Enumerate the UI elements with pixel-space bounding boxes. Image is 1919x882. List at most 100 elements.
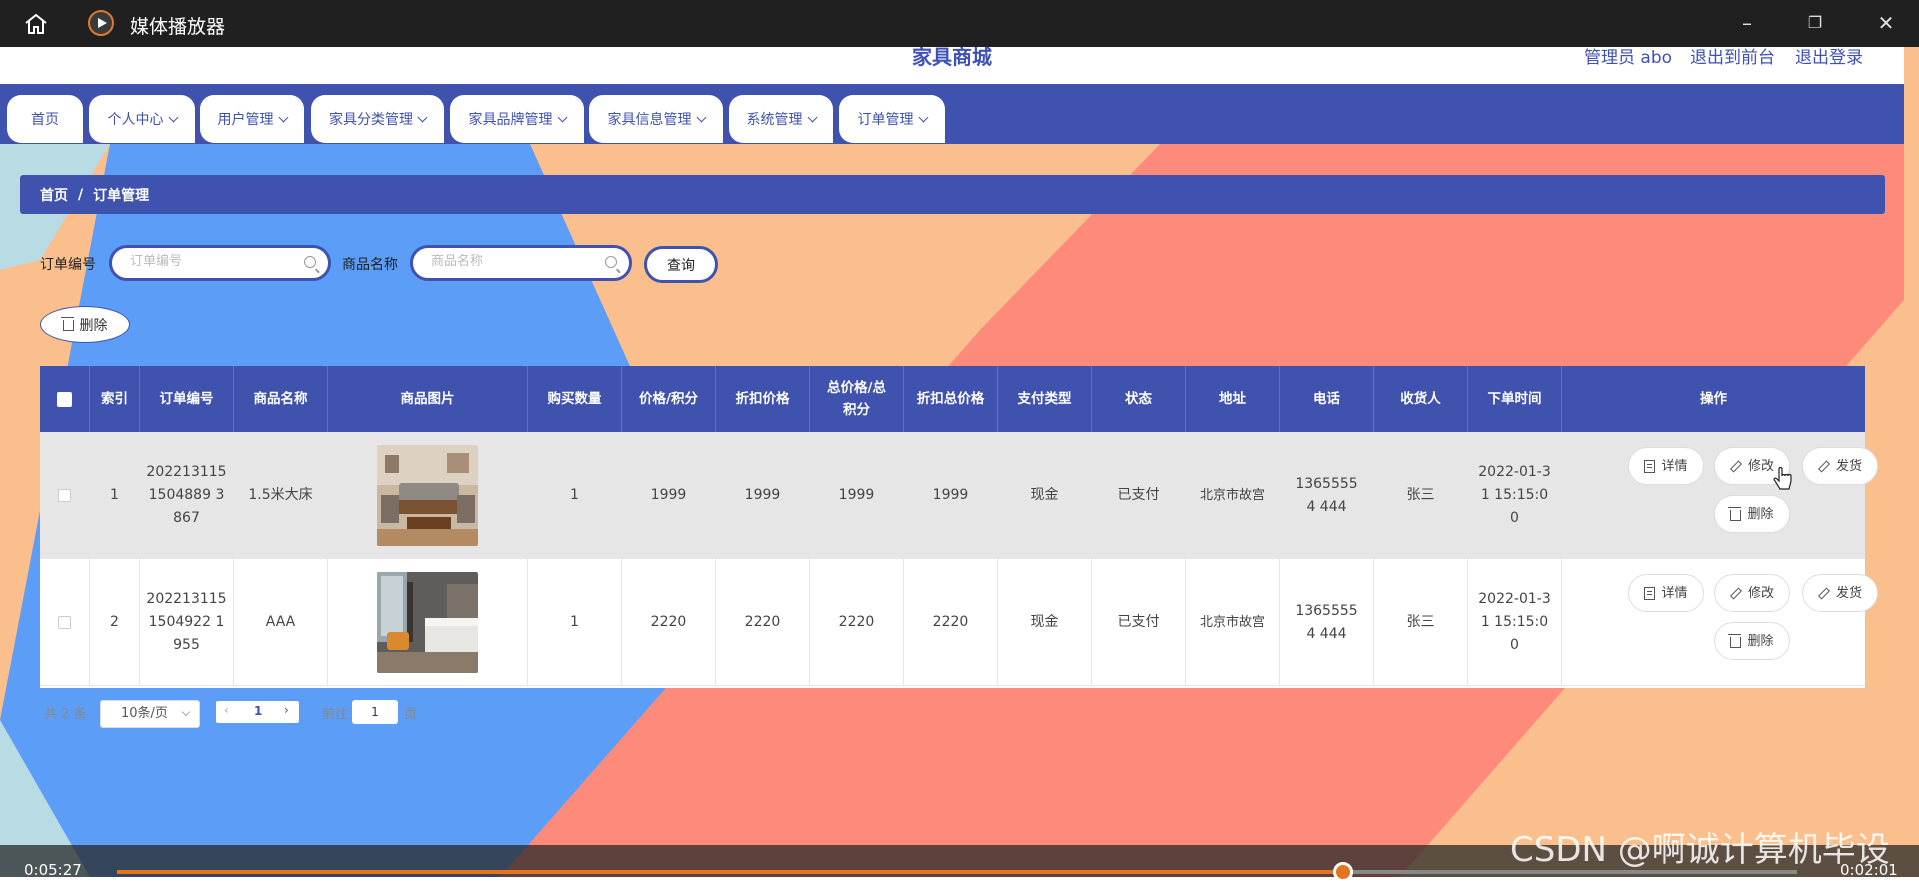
order-no-search[interactable] (109, 245, 331, 281)
col-header: 状态 (1092, 366, 1186, 432)
ship-label: 发货 (1835, 585, 1862, 601)
search-icon (605, 256, 617, 268)
sofa-photo (377, 445, 478, 546)
bedroom-photo (377, 572, 478, 673)
nav-item-home[interactable]: 首页 (7, 95, 83, 143)
cell-discount-price: 2220 (716, 559, 810, 686)
cell-pay-type: 现金 (998, 432, 1092, 559)
admin-label: 管理员 abo (1584, 48, 1673, 68)
chevron-down-icon (417, 112, 428, 122)
trash-icon (1728, 633, 1742, 648)
product-name-search[interactable] (410, 245, 632, 281)
select-all-cell (40, 366, 90, 432)
cell-price: 1999 (622, 432, 716, 559)
cell-image (328, 559, 528, 686)
nav-item-brand-management[interactable]: 家具品牌管理 (450, 95, 584, 143)
chevron-down-icon (696, 112, 706, 122)
next-page-icon[interactable]: › (284, 703, 289, 717)
detail-button[interactable]: 详情 (1628, 447, 1704, 485)
col-header: 支付类型 (998, 366, 1092, 432)
nav-item-label: 家具信息管理 (607, 112, 692, 128)
cell-address: 北京市故宫 (1186, 559, 1280, 686)
select-all-checkbox[interactable] (57, 391, 72, 407)
cell-product: 1.5米大床 (234, 432, 328, 559)
edit-button[interactable]: 修改 (1714, 574, 1790, 612)
chevron-down-icon (807, 112, 817, 122)
prev-page-icon[interactable]: ‹ (224, 703, 229, 717)
cell-discount-price: 1999 (716, 432, 810, 559)
ship-button[interactable]: 发货 (1802, 447, 1878, 485)
seek-handle[interactable] (1333, 862, 1353, 882)
detail-button[interactable]: 详情 (1628, 574, 1704, 612)
order-no-input[interactable] (128, 253, 292, 270)
current-page[interactable]: 1 (254, 704, 262, 718)
breadcrumb-separator: / (78, 186, 84, 203)
batch-delete-button[interactable]: 删除 (40, 306, 130, 343)
ship-button[interactable]: 发货 (1802, 574, 1878, 612)
elapsed-time: 0:05:27 (24, 861, 82, 879)
seek-progress (117, 870, 1343, 874)
cell-qty: 1 (528, 559, 622, 686)
nav-item-furniture-info-management[interactable]: 家具信息管理 (589, 95, 723, 143)
delete-button[interactable]: 删除 (1714, 622, 1790, 660)
logout-link[interactable]: 退出登录 (1795, 43, 1863, 68)
edit-icon (1729, 459, 1742, 473)
orders-table: 索引 订单编号 商品名称 商品图片 购买数量 价格/积分 折扣价格 总价格/总积… (40, 366, 1878, 688)
detail-label: 详情 (1661, 585, 1688, 601)
chevron-down-icon (168, 112, 178, 122)
pagination-total: 共 2 条 (44, 707, 87, 722)
query-button[interactable]: 查询 (644, 246, 718, 283)
product-name-input[interactable] (429, 253, 593, 270)
col-header: 电话 (1280, 366, 1374, 432)
minimize-icon[interactable]: – (1734, 10, 1760, 36)
cell-order-no: 2022131151504889 3867 (140, 432, 234, 559)
cell-address: 北京市故宫 (1186, 432, 1280, 559)
nav-item-label: 首页 (31, 112, 59, 128)
cell-status: 已支付 (1092, 559, 1186, 686)
nav-item-order-management[interactable]: 订单管理 (839, 95, 945, 143)
cell-phone: 13655554 444 (1280, 559, 1374, 686)
search-icon (304, 256, 316, 268)
product-image[interactable] (377, 572, 478, 673)
breadcrumb-home[interactable]: 首页 (40, 185, 68, 205)
back-to-front-link[interactable]: 退出到前台 (1690, 43, 1775, 68)
col-header: 商品名称 (234, 366, 328, 432)
hand-cursor-icon (1773, 467, 1792, 490)
nav-item-user-management[interactable]: 用户管理 (200, 95, 304, 143)
document-icon (1644, 459, 1656, 473)
close-icon[interactable]: ✕ (1873, 10, 1899, 36)
ship-label: 发货 (1835, 458, 1862, 474)
chevron-down-icon (918, 112, 928, 122)
page-navigator: ‹ 1 › (216, 701, 299, 723)
product-image[interactable] (377, 445, 478, 546)
cell-discount-total: 2220 (904, 559, 998, 686)
col-header: 折扣价格 (716, 366, 810, 432)
page-size-select[interactable]: 10条/页 (100, 700, 200, 728)
media-player-titlebar: 媒体播放器 – ❐ ✕ (0, 0, 1919, 47)
cell-pay-type: 现金 (998, 559, 1092, 686)
batch-delete-label: 删除 (79, 317, 108, 334)
cell-phone: 13655554 444 (1280, 432, 1374, 559)
delete-button[interactable]: 删除 (1714, 495, 1790, 533)
cell-product: AAA (234, 559, 328, 686)
cell-index: 2 (90, 559, 140, 686)
col-header: 订单编号 (140, 366, 234, 432)
nav-item-label: 系统管理 (746, 112, 803, 128)
row-checkbox[interactable] (58, 489, 71, 502)
nav-item-personal-center[interactable]: 个人中心 (89, 95, 195, 143)
cell-total: 2220 (810, 559, 904, 686)
col-header: 购买数量 (528, 366, 622, 432)
document-icon (1644, 586, 1656, 600)
nav-item-label: 订单管理 (857, 112, 914, 128)
table-row: 2 2022131151504922 1955 AAA 1 2220 2220 (40, 559, 1878, 686)
nav-item-category-management[interactable]: 家具分类管理 (311, 95, 444, 143)
window-title: 媒体播放器 (130, 16, 226, 38)
restore-icon[interactable]: ❐ (1802, 10, 1828, 36)
col-header: 收货人 (1374, 366, 1468, 432)
goto-page-input[interactable]: 1 (352, 700, 398, 724)
home-icon[interactable] (22, 12, 50, 36)
nav-item-label: 用户管理 (217, 112, 274, 128)
nav-item-system-management[interactable]: 系统管理 (729, 95, 833, 143)
col-header: 操作 (1700, 391, 1727, 407)
row-checkbox[interactable] (58, 616, 71, 629)
